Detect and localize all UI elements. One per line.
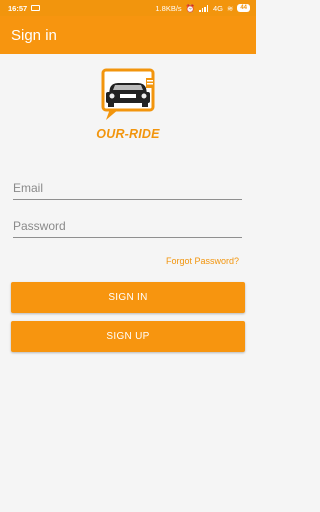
logo-text: OUR-RIDE (96, 127, 160, 141)
email-field[interactable] (13, 178, 242, 200)
signal-icon (199, 4, 209, 12)
car-pin-icon (101, 68, 155, 120)
status-bar: 16:57 1.8KB/s ⏰ 4G ≋ 44 (0, 0, 256, 16)
password-input[interactable] (13, 216, 242, 236)
page-title: Sign in (11, 26, 57, 44)
sign-in-button[interactable]: SIGN IN (11, 282, 245, 313)
sign-up-button[interactable]: SIGN UP (11, 321, 245, 352)
password-field[interactable] (13, 216, 242, 238)
wifi-icon: ≋ (227, 3, 234, 13)
app-bar: Sign in (0, 16, 256, 54)
screen-cast-icon (31, 5, 41, 11)
network-type: 4G (213, 3, 224, 13)
status-time: 16:57 (8, 3, 28, 13)
email-input[interactable] (13, 178, 242, 198)
app-logo: OUR-RIDE (86, 68, 170, 148)
alarm-icon: ⏰ (185, 3, 195, 13)
forgot-password-link[interactable]: Forgot Password? (166, 256, 239, 266)
battery-icon: 44 (237, 4, 250, 12)
network-speed: 1.8KB/s (155, 3, 182, 13)
